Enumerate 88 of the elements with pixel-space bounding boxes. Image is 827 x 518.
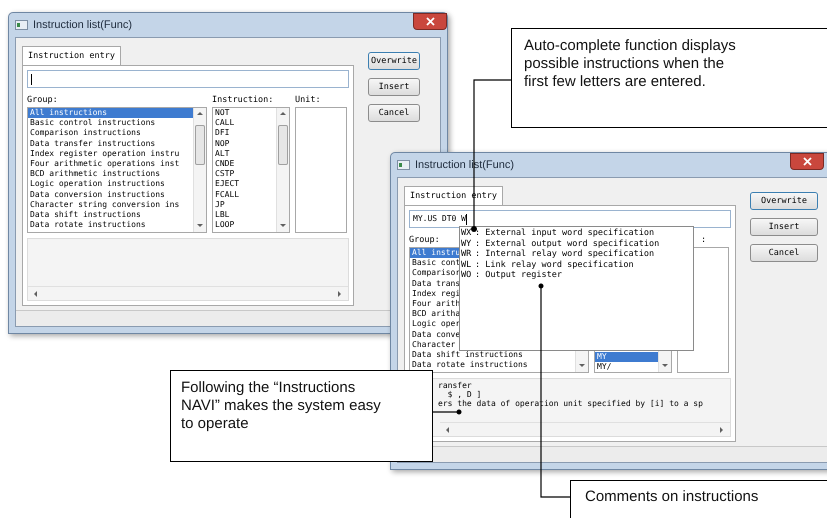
suggestion-text: : External input word specification	[475, 228, 654, 238]
close-icon	[802, 157, 812, 166]
suggestion-item[interactable]: WL : Link relay word specification	[461, 260, 693, 270]
scroll-down-arrow-icon[interactable]	[279, 222, 287, 230]
vertical-scrollbar[interactable]	[276, 108, 289, 232]
list-item[interactable]: DFI	[213, 128, 276, 139]
dialog-button[interactable]: Cancel	[368, 104, 420, 122]
list-item[interactable]: LBL	[213, 210, 276, 220]
scroll-right-arrow-icon[interactable]	[718, 426, 726, 434]
close-button[interactable]	[413, 13, 447, 30]
field-label: Instruction:	[212, 95, 274, 105]
scroll-right-arrow-icon[interactable]	[336, 290, 344, 298]
comment-text: ransfer	[438, 381, 472, 390]
list-item[interactable]: Logic operation instructions	[28, 179, 193, 190]
scroll-down-arrow-icon[interactable]	[661, 362, 669, 370]
close-button[interactable]	[790, 153, 824, 170]
list-item[interactable]: NOP	[213, 138, 276, 149]
tab[interactable]: Instruction entry	[22, 46, 121, 65]
input-field[interactable]: MY.US DT0 W	[409, 210, 731, 228]
list-item[interactable]: LOOP	[213, 220, 276, 230]
suggestion-code: WY	[461, 238, 472, 249]
field-label: Group:	[409, 235, 440, 245]
list-item[interactable]: CALL	[213, 118, 276, 128]
comment-text: $ , D ]	[446, 390, 482, 399]
dialog-button[interactable]: Insert	[750, 218, 818, 236]
suggestion-item[interactable]: WR : Internal relay word specification	[461, 249, 693, 260]
suggestion-code: WX	[461, 228, 472, 238]
scroll-left-arrow-icon[interactable]	[444, 426, 452, 434]
horizontal-scrollbar[interactable]	[28, 286, 348, 300]
close-icon	[426, 17, 434, 26]
suggestion-text: : Link relay word specification	[475, 260, 634, 270]
list-item[interactable]: Data conversion instructions	[28, 190, 193, 200]
suggestion-text: : Output register	[475, 270, 562, 280]
list-item[interactable]: Basic control instructions	[28, 118, 193, 128]
window-icon	[397, 160, 410, 170]
text-cursor	[31, 74, 32, 84]
callout-text: Auto-complete function displays possible instructions when the first few letters are entered.	[524, 37, 737, 91]
list-item[interactable]: EJECT	[213, 179, 276, 190]
list-item[interactable]: Data transfer instructions	[28, 138, 193, 149]
list-item[interactable]: MY/	[595, 362, 658, 372]
suggestion-item[interactable]: WO : Output register	[461, 270, 693, 280]
list-item[interactable]: Data shift instructions	[28, 210, 193, 220]
vertical-scrollbar[interactable]	[193, 108, 206, 232]
list-item[interactable]: Data rotate instructions	[28, 220, 193, 230]
list-item[interactable]: All instructions	[28, 108, 193, 118]
list-item[interactable]: FCALL	[213, 190, 276, 200]
scroll-thumb[interactable]	[195, 125, 205, 165]
field-label: Group:	[27, 95, 58, 105]
list-item[interactable]: ALT	[213, 148, 276, 160]
suggestion-code: WL	[461, 260, 472, 270]
callout-text: Following the “Instructions NAVI” makes the system easy to operate	[181, 379, 382, 433]
suggestion-text: : Internal relay word specification	[475, 249, 654, 260]
callout-text: Comments on instructions	[585, 488, 760, 506]
scroll-down-arrow-icon[interactable]	[578, 362, 586, 370]
entry-text: MY.US DT0 W	[413, 213, 466, 225]
list-item[interactable]: NOT	[213, 108, 276, 118]
list-item[interactable]: CSTP	[213, 169, 276, 180]
list-item[interactable]: Data shift instructions	[410, 350, 575, 360]
input-field[interactable]	[27, 70, 349, 88]
suggestion-code: WO	[461, 270, 472, 280]
scroll-down-arrow-icon[interactable]	[196, 222, 204, 230]
list-item[interactable]: Data rotate instructions	[410, 360, 575, 370]
text-cursor	[466, 214, 467, 224]
suggestion-item[interactable]: WX : External input word specification	[461, 228, 693, 238]
suggestion-code: WR	[461, 249, 472, 260]
field-label: :	[701, 235, 706, 245]
list-item[interactable]: JP	[213, 200, 276, 210]
list-item[interactable]: Index register operation instru	[28, 148, 193, 160]
list-item[interactable]: Character string conversion ins	[28, 200, 193, 210]
scroll-thumb[interactable]	[278, 125, 288, 165]
field-label: Unit:	[295, 95, 321, 105]
list-item[interactable]: Four arithmetic operations inst	[28, 159, 193, 170]
horizontal-scrollbar[interactable]	[440, 422, 730, 436]
dialog-button[interactable]: Overwrite	[368, 52, 420, 70]
dialog-button[interactable]: Cancel	[750, 244, 818, 262]
list-item[interactable]: Comparison instructions	[28, 128, 193, 139]
scroll-left-arrow-icon[interactable]	[32, 290, 40, 298]
window-icon	[15, 20, 28, 30]
list-item[interactable]: MY	[595, 352, 658, 362]
dialog-button[interactable]: Overwrite	[750, 192, 818, 210]
suggestion-text: : External output word specification	[475, 238, 660, 249]
dialog-button[interactable]: Insert	[368, 78, 420, 96]
scroll-up-arrow-icon[interactable]	[279, 110, 287, 118]
suggestion-item[interactable]: WY : External output word specification	[461, 238, 693, 249]
window-title: Instruction list(Func)	[33, 18, 132, 33]
list-item[interactable]: BCD arithmetic instructions	[28, 169, 193, 180]
list-item[interactable]: CNDE	[213, 159, 276, 170]
scroll-up-arrow-icon[interactable]	[196, 110, 204, 118]
